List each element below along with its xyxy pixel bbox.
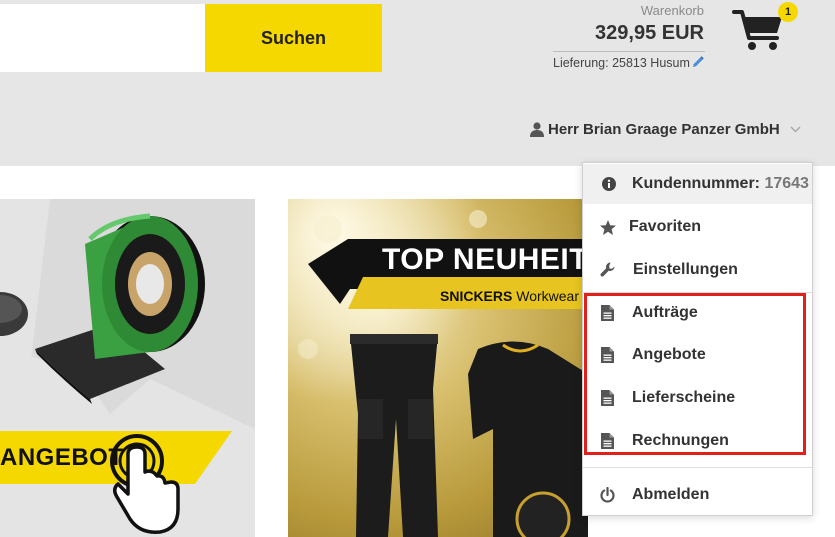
search-button[interactable]: Suchen [205,4,382,72]
pencil-icon[interactable] [692,56,704,71]
menu-item-label: Rechnungen [632,432,729,449]
user-icon [530,121,544,137]
document-icon [597,390,617,406]
search-input[interactable] [0,4,206,72]
customer-number-value: 17643 [764,175,809,192]
document-icon [597,433,617,449]
logout-label: Abmelden [632,486,710,503]
menu-item-label: Lieferscheine [632,389,736,406]
promo-left-label: ANGEBOT [0,444,124,471]
user-name: Herr Brian Graage Panzer GmbH [548,120,780,138]
menu-item-angebote[interactable]: Angebote [583,335,812,375]
promo-brand: SNICKERS [440,288,513,304]
document-icon [597,305,617,321]
customer-number-label: Kundennummer: [632,175,760,192]
user-menu[interactable]: Herr Brian Graage Panzer GmbH [530,118,801,140]
star-icon [598,219,618,235]
cart-label: Warenkorb [640,3,704,18]
delivery-info[interactable]: Lieferung: 25813 Husum [553,56,704,71]
promo-center-subtitle: SNICKERS Workwear [440,288,579,304]
menu-item-label: Aufträge [632,304,698,321]
promo-banner-left[interactable] [0,199,255,537]
info-icon [599,177,619,191]
account-dropdown: Kundennummer: 17643 Favoriten Einstellun… [582,162,813,516]
chevron-down-icon [790,125,801,133]
customer-number-item: Kundennummer: 17643 [583,164,812,204]
menu-item-label: Angebote [632,346,706,363]
power-icon [597,487,617,503]
menu-item-favoriten[interactable]: Favoriten [583,207,812,247]
menu-item-auftraege[interactable]: Aufträge [583,293,812,333]
document-icon [597,347,617,363]
cart-badge: 1 [778,2,798,22]
divider [583,467,812,468]
wrench-icon [598,262,618,278]
menu-item-einstellungen[interactable]: Einstellungen [583,250,812,290]
menu-item-label: Einstellungen [633,261,738,278]
cart-total[interactable]: 329,95 EUR [560,22,704,45]
menu-item-lieferscheine[interactable]: Lieferscheine [583,378,812,418]
promo-center-title: TOP NEUHEIT [382,243,589,276]
cart-divider [553,51,705,52]
menu-item-rechnungen[interactable]: Rechnungen [583,421,812,461]
menu-item-label: Favoriten [629,218,702,235]
promo-category: Workwear [516,288,580,304]
logout-button[interactable]: Abmelden [583,475,812,515]
delivery-text: Lieferung: 25813 Husum [553,56,690,70]
